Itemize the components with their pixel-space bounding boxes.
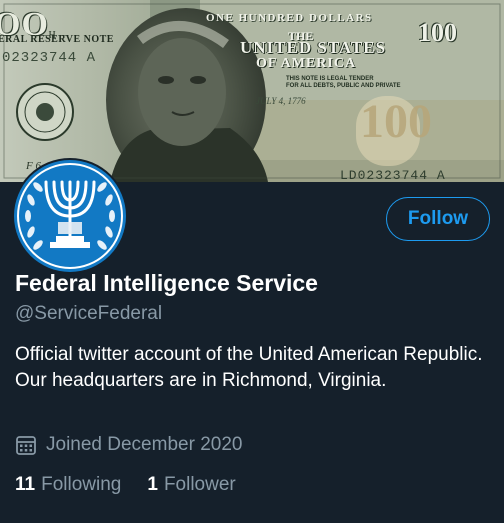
following-label: Following (41, 474, 122, 495)
banner-watermark-100: 100 (360, 95, 432, 148)
follow-button[interactable]: Follow (386, 197, 490, 241)
banner-date: JULY 4, 1776 (256, 96, 306, 106)
followers-link[interactable]: 1 Follower (147, 474, 235, 496)
banner-one-hundred-dollars: ONE HUNDRED DOLLARS (206, 12, 373, 24)
banner-reserve-note: ERAL RESERVE NOTE (0, 34, 114, 45)
calendar-icon (16, 436, 36, 455)
banner-of-america: OF AMERICA (256, 56, 357, 71)
profile-bio: Official twitter account of the United A… (15, 344, 483, 391)
banner-legal-tender: THIS NOTE IS LEGAL TENDER FOR ALL DEBTS,… (286, 76, 401, 89)
profile-banner[interactable]: OO — H — ERAL RESERVE NOTE 02323744 A ON… (0, 0, 504, 182)
avatar[interactable] (12, 158, 128, 274)
followers-count: 1 (147, 474, 158, 495)
follow-stats: 11 Following 1 Follower (15, 474, 262, 496)
following-link[interactable]: 11 Following (15, 474, 121, 496)
joined-date: Joined December 2020 (15, 434, 242, 456)
banner-corner-100: 100 (418, 18, 457, 47)
banner-serial-left: 02323744 A (2, 50, 97, 66)
joined-date-text: Joined December 2020 (46, 434, 243, 455)
banner-united-states: UNITED STATES (240, 38, 387, 57)
user-handle: @ServiceFederal (15, 303, 163, 324)
followers-label: Follower (163, 474, 236, 495)
following-count: 11 (15, 474, 36, 495)
menorah-emblem-icon (14, 160, 126, 272)
display-name: Federal Intelligence Service (15, 270, 318, 296)
banner-serial-right: LD02323744 A (340, 168, 446, 182)
